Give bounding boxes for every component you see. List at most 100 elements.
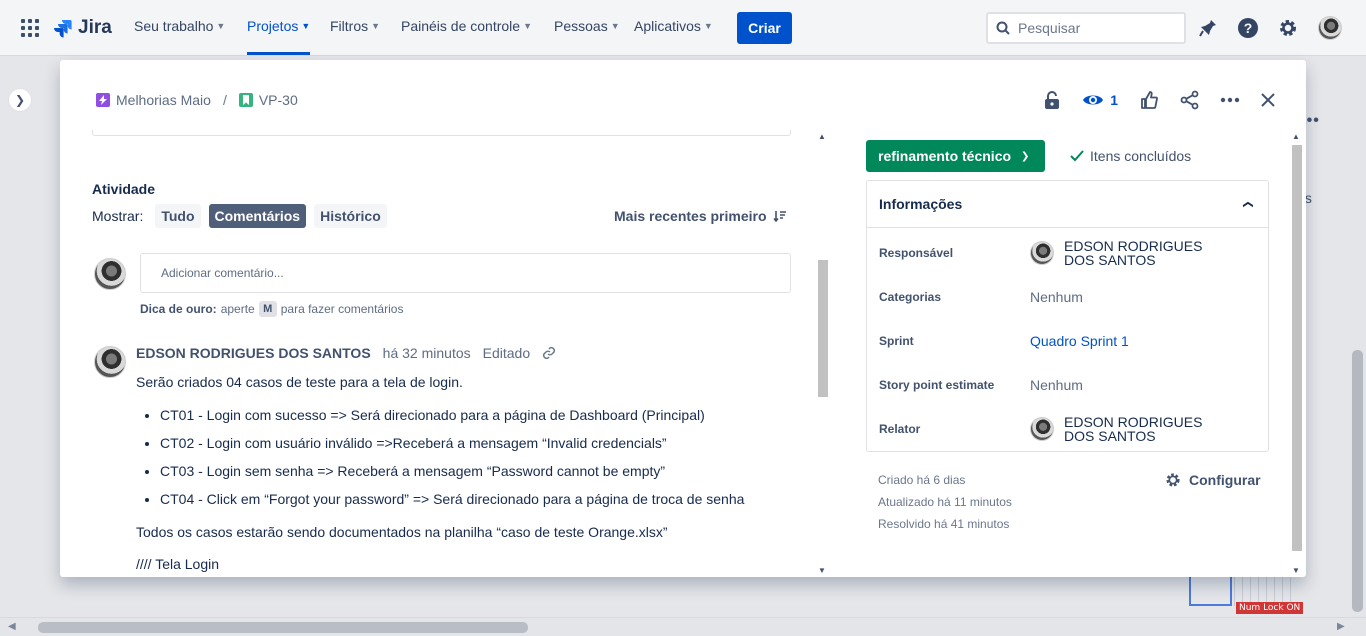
field-value: Nenhum — [1030, 289, 1083, 305]
avatar — [1318, 16, 1342, 40]
scroll-down-icon[interactable]: ▼ — [1292, 566, 1300, 575]
scrollbar-thumb[interactable] — [1352, 350, 1363, 612]
nav-label: Aplicativos — [634, 18, 701, 34]
scroll-left-icon[interactable]: ◀ — [8, 621, 16, 632]
nav-paineis[interactable]: Painéis de controle ▼ — [401, 18, 532, 34]
list-item: CT04 - Click em “Forgot your password” =… — [160, 490, 796, 508]
profile-avatar[interactable] — [1318, 16, 1342, 40]
comment-author-avatar[interactable] — [94, 346, 126, 378]
sprint-link[interactable]: Quadro Sprint 1 — [1030, 333, 1129, 349]
add-comment-input[interactable]: Adicionar comentário... — [140, 253, 791, 293]
link-icon[interactable] — [542, 346, 556, 360]
resolved-timestamp: Resolvido há 41 minutos — [878, 517, 1010, 531]
nav-pessoas[interactable]: Pessoas ▼ — [554, 18, 620, 34]
sort-label: Mais recentes primeiro — [614, 208, 767, 224]
tip-bold: Dica de ouro: — [140, 302, 217, 316]
keyboard-shortcut-key: M — [258, 301, 277, 317]
field-reporter[interactable]: Relator EDSON RODRIGUES DOS SANTOS — [879, 415, 1259, 443]
breadcrumb-separator: / — [222, 92, 227, 108]
done-label: Itens concluídos — [1090, 148, 1192, 164]
comment-placeholder: Adicionar comentário... — [161, 266, 284, 280]
details-panel: Informações ❯ Responsável EDSON RODRIGUE… — [866, 180, 1269, 452]
comment-outro: Todos os casos estarão sendo documentado… — [136, 524, 668, 540]
expand-sidebar-button[interactable]: ❯ — [8, 88, 32, 112]
watch-button[interactable]: 1 — [1082, 88, 1118, 112]
scroll-up-icon[interactable]: ▲ — [1292, 132, 1300, 141]
chevron-up-icon: ❯ — [1242, 199, 1254, 209]
search-input[interactable] — [1018, 20, 1168, 36]
issue-modal: Melhorias Maio / VP-30 1 Atividade Mostr… — [60, 60, 1306, 577]
field-label: Responsável — [879, 246, 954, 260]
search-box[interactable] — [986, 12, 1186, 44]
chevron-down-icon: ▼ — [216, 21, 226, 31]
issue-main-pane: Atividade Mostrar: Tudo Comentários Hist… — [60, 130, 832, 577]
nav-label: Projetos — [247, 18, 299, 34]
scrollbar-thumb[interactable] — [1292, 145, 1302, 551]
show-label: Mostrar: — [92, 208, 144, 224]
jira-logo-icon — [54, 20, 72, 38]
app-switcher-icon[interactable] — [21, 19, 39, 37]
comment-time[interactable]: há 32 minutos — [383, 345, 471, 361]
lock-icon[interactable] — [1044, 88, 1060, 112]
scroll-up-icon[interactable]: ▲ — [818, 132, 826, 141]
status-label: refinamento técnico — [878, 148, 1012, 164]
nav-filtros[interactable]: Filtros ▼ — [330, 18, 380, 34]
created-timestamp: Criado há 6 dias — [878, 473, 966, 487]
breadcrumb-issue-key[interactable]: VP-30 — [259, 92, 298, 108]
list-item: CT03 - Login sem senha => Receberá a men… — [160, 462, 796, 480]
scroll-down-icon[interactable]: ▼ — [818, 566, 826, 575]
nav-label: Painéis de controle — [401, 18, 521, 34]
main-pane-scrollbar[interactable]: ▲ ▼ — [816, 130, 830, 577]
done-indicator: Itens concluídos — [1070, 148, 1191, 164]
field-categories[interactable]: Categorias Nenhum — [879, 289, 1259, 305]
details-panel-header[interactable]: Informações ❯ — [867, 181, 1268, 228]
page-horizontal-scrollbar[interactable]: ◀ ▶ — [0, 617, 1366, 636]
field-sprint[interactable]: Sprint Quadro Sprint 1 — [879, 333, 1259, 349]
jira-logo[interactable]: Jira — [52, 16, 112, 40]
notifications-icon[interactable] — [1196, 16, 1220, 40]
close-icon[interactable] — [1260, 88, 1276, 112]
logo-text: Jira — [78, 17, 112, 38]
sort-order-button[interactable]: Mais recentes primeiro — [614, 208, 787, 224]
settings-icon[interactable] — [1276, 16, 1300, 40]
help-icon[interactable]: ? — [1236, 16, 1260, 40]
page-vertical-scrollbar[interactable] — [1349, 56, 1366, 617]
more-actions-icon[interactable] — [1220, 88, 1240, 112]
activity-filter-bar: Mostrar: Tudo Comentários Histórico — [92, 204, 387, 228]
field-story-points[interactable]: Story point estimate Nenhum — [879, 377, 1259, 393]
filter-history-button[interactable]: Histórico — [314, 204, 387, 228]
like-icon[interactable] — [1140, 88, 1158, 112]
avatar — [1030, 417, 1054, 441]
field-label: Categorias — [879, 290, 942, 304]
nav-seu-trabalho[interactable]: Seu trabalho ▼ — [134, 18, 225, 34]
create-button[interactable]: Criar — [737, 12, 792, 44]
filter-comments-button[interactable]: Comentários — [208, 204, 307, 228]
scrollbar-thumb[interactable] — [818, 260, 828, 397]
description-field-edge — [92, 130, 791, 136]
epic-icon — [96, 93, 110, 107]
svg-text:?: ? — [1244, 20, 1253, 36]
filter-all-button[interactable]: Tudo — [155, 204, 201, 228]
avatar — [1030, 241, 1054, 265]
breadcrumb-epic-link[interactable]: Melhorias Maio — [116, 92, 211, 108]
field-assignee[interactable]: Responsável EDSON RODRIGUES DOS SANTOS — [879, 239, 1259, 267]
field-value: EDSON RODRIGUES DOS SANTOS — [1030, 415, 1234, 443]
configure-button[interactable]: Configurar — [1164, 471, 1261, 489]
nav-aplicativos[interactable]: Aplicativos ▼ — [634, 18, 713, 34]
tip-before: aperte — [220, 302, 255, 316]
avatar — [94, 258, 126, 290]
reporter-name: EDSON RODRIGUES DOS SANTOS — [1064, 414, 1203, 444]
nav-projetos[interactable]: Projetos ▼ — [247, 18, 311, 55]
scrollbar-thumb[interactable] — [38, 622, 528, 633]
field-label: Sprint — [879, 334, 914, 348]
status-dropdown-button[interactable]: refinamento técnico ❯ — [866, 140, 1045, 172]
comment-header: EDSON RODRIGUES DOS SANTOS há 32 minutos… — [136, 345, 556, 361]
scroll-right-icon[interactable]: ▶ — [1337, 621, 1345, 632]
comment-author[interactable]: EDSON RODRIGUES DOS SANTOS — [136, 345, 371, 361]
comment-intro: Serão criados 04 casos de teste para a t… — [136, 374, 463, 390]
tip-after: para fazer comentários — [280, 302, 404, 316]
share-icon[interactable] — [1180, 88, 1200, 112]
sidebar-scrollbar[interactable]: ▲ ▼ — [1290, 130, 1304, 577]
nav-label: Filtros — [330, 18, 369, 34]
chevron-right-icon: ❯ — [14, 93, 26, 107]
